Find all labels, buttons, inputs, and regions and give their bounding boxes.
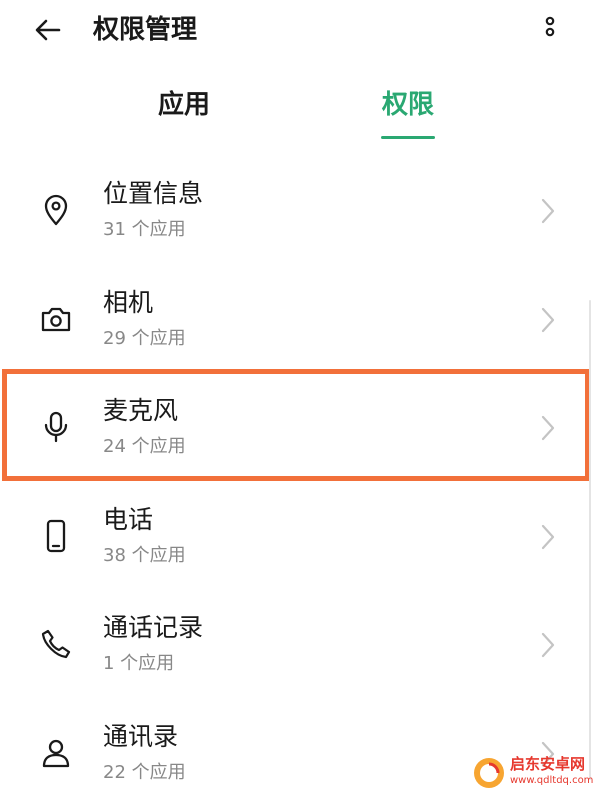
permission-app-count: 1 个应用 — [103, 651, 174, 677]
active-tab-indicator — [381, 136, 435, 139]
permission-row-microphone[interactable]: 麦克风 24 个应用 — [0, 373, 600, 482]
more-vertical-icon — [540, 14, 560, 46]
permission-app-count: 22 个应用 — [103, 760, 186, 786]
permission-app-count: 38 个应用 — [103, 543, 186, 569]
chevron-right-icon — [540, 524, 556, 550]
permission-row-location[interactable]: 位置信息 31 个应用 — [0, 156, 600, 265]
more-options-button[interactable] — [530, 10, 570, 50]
microphone-icon — [41, 410, 71, 444]
watermark-logo-icon — [472, 756, 506, 790]
chevron-right-icon — [540, 632, 556, 658]
tab-permissions[interactable]: 权限 — [358, 80, 458, 130]
chevron-right-icon — [540, 307, 556, 333]
tab-apps[interactable]: 应用 — [134, 80, 234, 130]
permission-title: 通讯录 — [103, 719, 178, 755]
permission-title: 电话 — [103, 502, 153, 538]
site-watermark: 启东安卓网 www.qdltdq.com — [470, 752, 595, 794]
permission-app-count: 31 个应用 — [103, 217, 186, 243]
scrollbar[interactable] — [589, 300, 591, 780]
location-pin-icon — [41, 193, 71, 227]
permission-list: 位置信息 31 个应用 相机 29 个应用 — [0, 156, 600, 807]
back-button[interactable] — [28, 10, 68, 50]
permission-title: 麦克风 — [103, 393, 178, 429]
chevron-right-icon — [540, 415, 556, 441]
permission-title: 通话记录 — [103, 610, 203, 646]
permission-title: 位置信息 — [103, 176, 203, 212]
watermark-name: 启东安卓网 — [510, 755, 585, 773]
permission-row-camera[interactable]: 相机 29 个应用 — [0, 265, 600, 374]
app-header: 权限管理 — [0, 0, 600, 60]
permission-title: 相机 — [103, 285, 153, 321]
contacts-icon — [40, 737, 72, 769]
permission-row-call-log[interactable]: 通话记录 1 个应用 — [0, 590, 600, 699]
permission-row-phone[interactable]: 电话 38 个应用 — [0, 482, 600, 591]
page-title: 权限管理 — [93, 10, 197, 50]
arrow-left-icon — [32, 14, 64, 46]
permission-app-count: 24 个应用 — [103, 434, 186, 460]
phone-handset-icon — [40, 628, 72, 660]
phone-device-icon — [43, 519, 69, 553]
watermark-url: www.qdltdq.com — [510, 775, 593, 787]
camera-icon — [40, 304, 72, 334]
tab-bar: 应用 权限 — [0, 80, 600, 140]
chevron-right-icon — [540, 198, 556, 224]
permission-app-count: 29 个应用 — [103, 326, 186, 352]
